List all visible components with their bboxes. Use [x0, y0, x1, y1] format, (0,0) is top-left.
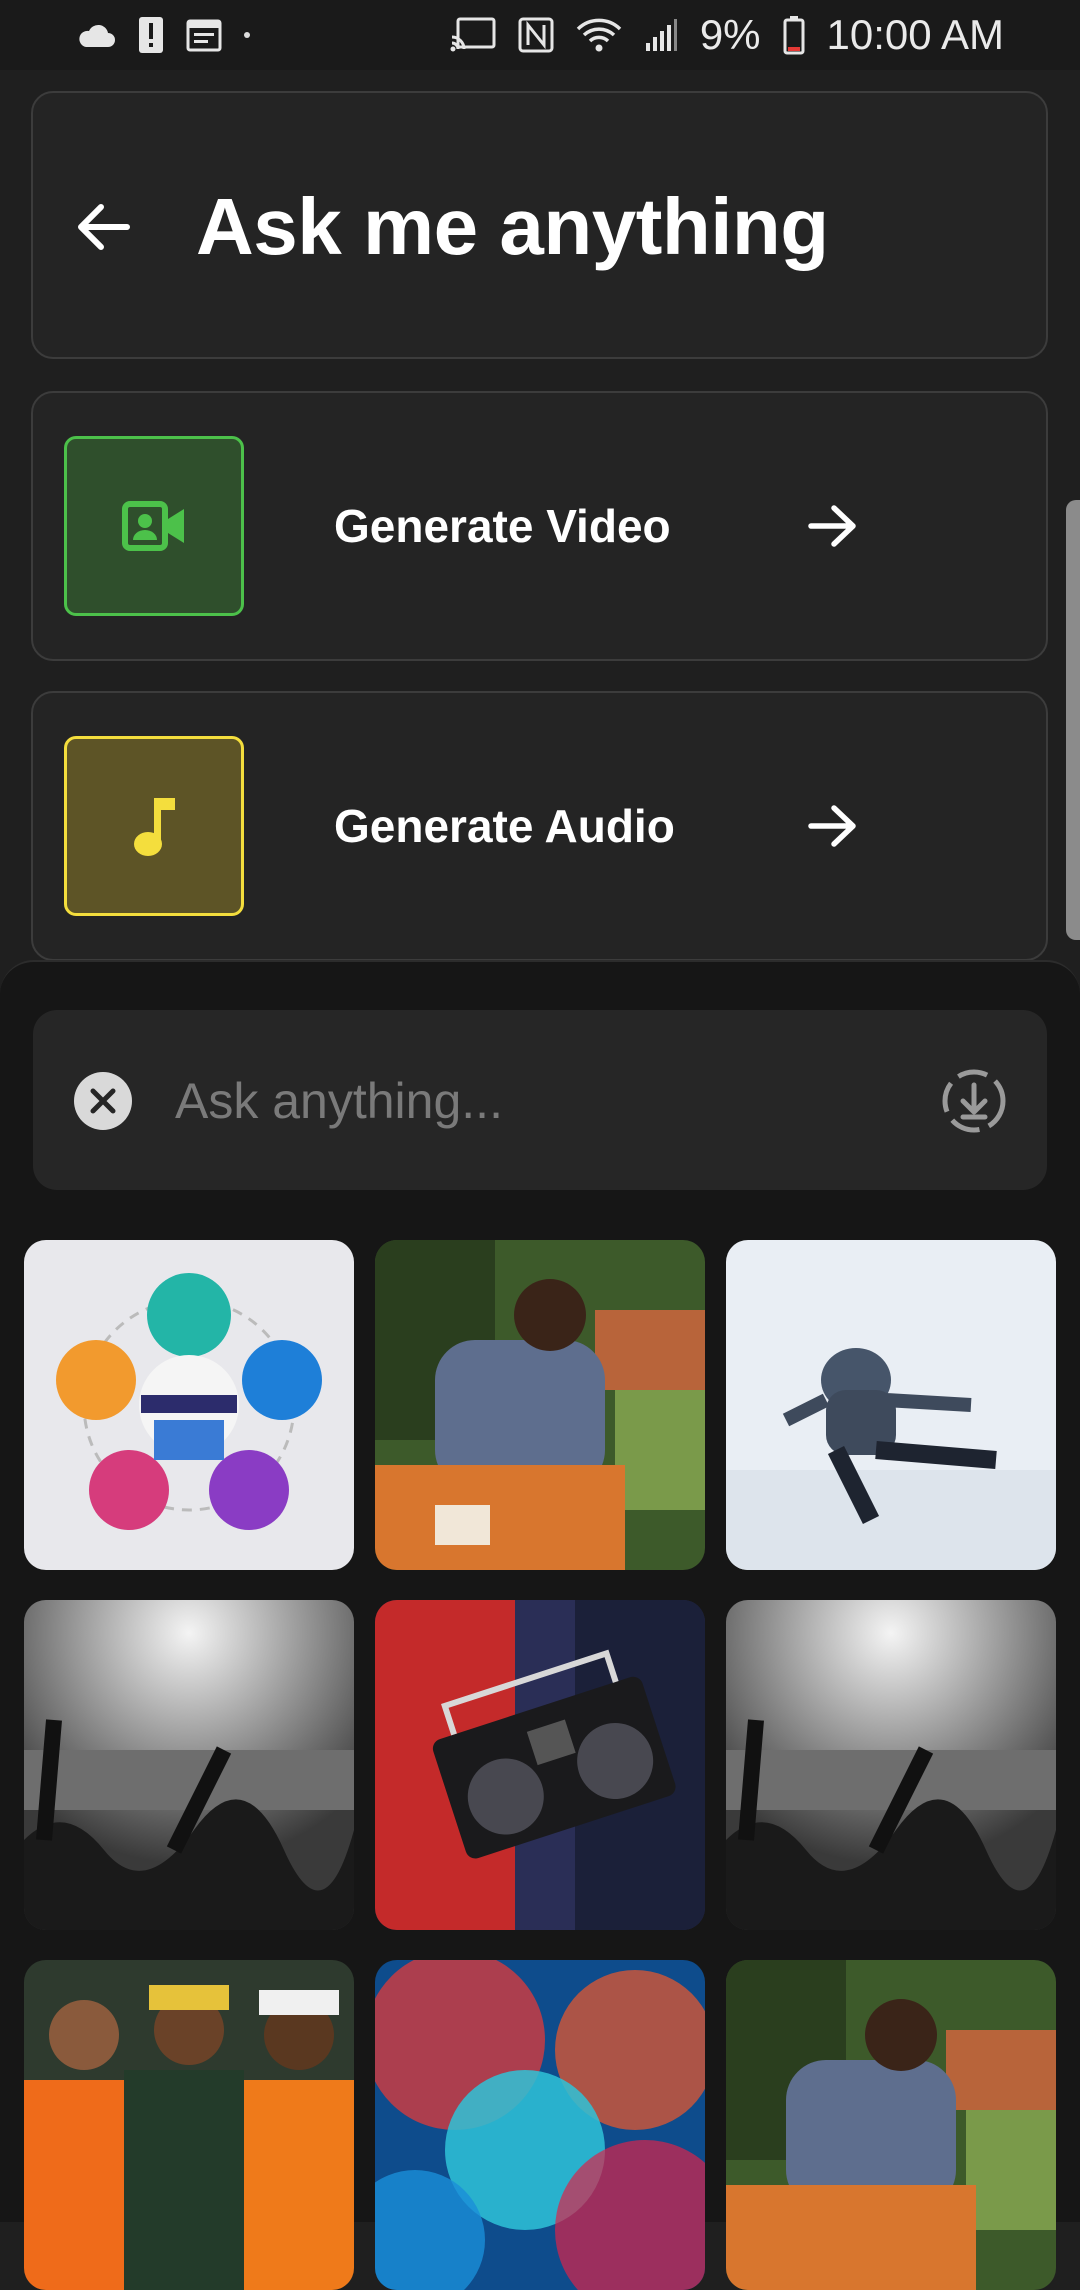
search-input[interactable] — [173, 1060, 937, 1142]
video-icon-box — [64, 436, 244, 616]
scrollbar[interactable] — [1066, 500, 1080, 940]
dot-icon — [244, 32, 250, 38]
gallery-tile-techable-infographic[interactable] — [24, 1240, 354, 1570]
arrow-right-icon — [798, 491, 868, 561]
arrow-left-icon[interactable] — [61, 185, 145, 269]
battery-icon — [783, 16, 805, 55]
nfc-icon — [518, 17, 554, 53]
gallery-tile-dancer-white-room[interactable] — [726, 1240, 1056, 1570]
cast-icon — [450, 17, 496, 52]
clock: 10:00 AM — [826, 11, 1004, 58]
generate-audio-card[interactable]: Generate Audio — [31, 691, 1048, 961]
generate-video-card[interactable]: Generate Video — [31, 391, 1048, 661]
gallery-tile-boombox-person[interactable] — [375, 1600, 705, 1930]
page-title: Ask me anything — [196, 182, 829, 271]
calendar-icon — [186, 19, 222, 52]
header-card: Ask me anything — [31, 91, 1048, 359]
alert-icon — [139, 17, 163, 53]
cloud-icon — [79, 24, 115, 47]
status-bar-right: 9% 10:00 AM — [450, 11, 1004, 59]
music-note-icon — [134, 798, 175, 856]
signal-icon — [645, 19, 677, 51]
gallery-tile-concert-crowd[interactable] — [24, 1600, 354, 1930]
close-icon[interactable] — [73, 1071, 133, 1131]
generate-video-label: Generate Video — [334, 500, 671, 552]
audio-icon-box — [64, 736, 244, 916]
status-bar-left — [76, 16, 250, 54]
battery-percent: 9% — [699, 11, 761, 58]
search-bar — [33, 1010, 1047, 1190]
generate-audio-label: Generate Audio — [334, 800, 675, 852]
gallery-tile-group-streetwear[interactable] — [24, 1960, 354, 2290]
download-icon[interactable] — [941, 1068, 1007, 1134]
gallery-tile-colorful-smoke[interactable] — [375, 1960, 705, 2290]
bottom-sheet — [0, 960, 1080, 2290]
wifi-icon — [576, 18, 622, 52]
arrow-right-icon — [798, 791, 868, 861]
gallery-tile-man-seated-portrait[interactable] — [375, 1240, 705, 1570]
video-camera-icon — [122, 501, 184, 551]
gallery-tile-concert-crowd[interactable] — [726, 1600, 1056, 1930]
gallery-tile-man-seated-portrait[interactable] — [726, 1960, 1056, 2290]
status-bar: 9% 10:00 AM — [0, 0, 1080, 70]
